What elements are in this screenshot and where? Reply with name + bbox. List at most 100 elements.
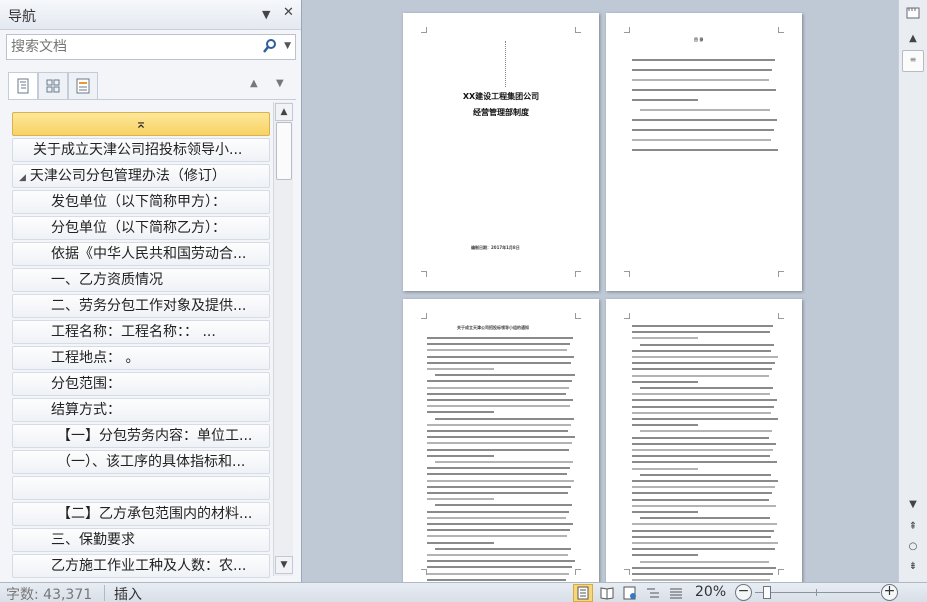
text-line [427, 399, 573, 401]
nav-pane-close-button[interactable]: ✕ [283, 5, 294, 20]
scroll-down-icon[interactable]: ▼ [275, 556, 293, 574]
zoom-slider-thumb[interactable] [763, 586, 771, 599]
text-line [632, 535, 771, 538]
text-line [632, 542, 778, 544]
draft-view-button[interactable] [666, 584, 686, 602]
scroll-up-icon[interactable]: ▲ [275, 103, 293, 121]
tree-item-label: 三、保勤要求 [51, 532, 135, 548]
text-line [632, 523, 777, 526]
tabs-divider [8, 99, 296, 100]
tree-item[interactable]: ◢ 天津公司分包管理办法（修订） [12, 164, 270, 188]
tab-pages[interactable] [38, 72, 68, 100]
zoom-out-button[interactable]: − [735, 584, 752, 601]
insert-mode-indicator[interactable]: 插入 [114, 584, 142, 602]
text-line [640, 473, 771, 476]
outline-icon [647, 588, 659, 598]
text-line [427, 510, 569, 513]
tree-item-label: 一、乙方资质情况 [51, 272, 163, 288]
select-browse-object-icon[interactable]: ○ [902, 538, 924, 556]
zoom-in-button[interactable]: + [881, 584, 898, 601]
web-layout-view-button[interactable] [620, 584, 640, 602]
tree-item-label: 分包单位（以下简称乙方）： [51, 220, 226, 236]
tree-item-label: 乙方施工作业工种及人数：农... [51, 558, 247, 574]
tree-item[interactable]: 结算方式： [12, 398, 270, 422]
page-3[interactable]: 关于成立天津公司招投标领导小组的通知 [403, 299, 599, 582]
document-area[interactable]: XX建设工程集团公司 经营管理部制度 编制日期：2017年1月8日 目 录 关于… [303, 0, 898, 582]
text-line [640, 560, 769, 563]
tree-item[interactable]: 乙方施工作业工种及人数：农... [12, 554, 270, 578]
tree-item[interactable]: 工程地点： 。 [12, 346, 270, 370]
collapse-icon[interactable]: ◢ [19, 173, 26, 183]
scroll-thumb[interactable]: ≡ [902, 50, 924, 72]
text-line [632, 325, 773, 327]
tree-item-selected[interactable]: ⌅ [12, 112, 270, 136]
tree-item[interactable]: 【一】分包劳务内容：单位工... [12, 424, 270, 448]
cover-footer: 编制日期：2017年1月8日 [471, 245, 520, 250]
ruler-toggle-icon[interactable] [902, 6, 924, 24]
tree-item[interactable] [12, 476, 270, 500]
tree-item[interactable]: 【二】乙方承包范围内的材料... [12, 502, 270, 526]
tree-item[interactable]: 一、乙方资质情况 [12, 268, 270, 292]
text-line [632, 149, 778, 151]
previous-heading-button[interactable]: ▲ [250, 78, 258, 89]
tree-item[interactable]: 二、劳务分包工作对象及提供... [12, 294, 270, 318]
reading-view-icon [600, 587, 614, 600]
page3-heading: 关于成立天津公司招投标领导小组的通知 [457, 325, 529, 330]
text-line [427, 368, 494, 370]
tree-item[interactable]: 分包单位（以下简称乙方）： [12, 216, 270, 240]
document-vertical-scrollbar[interactable]: ▲ ≡ ▼ ⇞ ○ ⇟ [898, 0, 927, 582]
tree-item[interactable]: 发包单位（以下简称甲方）： [12, 190, 270, 214]
tree-item[interactable]: 依据《中华人民共和国劳动合... [12, 242, 270, 266]
text-line [640, 517, 770, 520]
full-screen-reading-view-button[interactable] [597, 584, 617, 602]
scroll-thumb[interactable] [276, 122, 292, 180]
scroll-down-icon[interactable]: ▼ [902, 496, 924, 514]
tree-item-label: 结算方式： [51, 402, 121, 418]
search-results-view-icon [76, 78, 90, 94]
text-line [632, 467, 698, 470]
outline-view-button[interactable] [643, 584, 663, 602]
text-line [427, 355, 574, 358]
tab-headings[interactable] [8, 72, 38, 100]
text-line [632, 99, 698, 101]
text-line [632, 442, 776, 445]
previous-page-icon[interactable]: ⇞ [902, 518, 924, 536]
text-line [427, 498, 494, 501]
page-2[interactable]: 目 录 [606, 13, 802, 291]
nav-pane-title: 导航 [8, 9, 36, 25]
zoom-slider[interactable] [755, 592, 880, 593]
tab-results[interactable] [68, 72, 98, 100]
search-icon[interactable] [263, 38, 277, 58]
tree-item[interactable]: （一）、该工序的具体指标和... [12, 450, 270, 474]
text-line [427, 386, 569, 389]
web-layout-icon [623, 586, 636, 600]
search-input[interactable] [11, 38, 251, 56]
text-line [632, 69, 772, 71]
nav-pane-options-icon[interactable]: ▼ [262, 8, 270, 21]
scroll-up-icon[interactable]: ▲ [902, 30, 924, 48]
tree-item[interactable]: 工程名称：工程名称：： ... [12, 320, 270, 344]
tree-item[interactable]: 关于成立天津公司招投标领导小... [12, 138, 270, 162]
search-options-icon[interactable]: ▼ [284, 41, 291, 51]
nav-search-box[interactable]: ▼ [6, 34, 296, 60]
text-line [632, 119, 777, 121]
page-1[interactable]: XX建设工程集团公司 经营管理部制度 编制日期：2017年1月8日 [403, 13, 599, 291]
tree-item-label: 【二】乙方承包范围内的材料... [57, 506, 253, 522]
print-layout-view-button[interactable] [573, 584, 593, 602]
next-heading-button[interactable]: ▼ [276, 78, 284, 89]
text-line [632, 573, 773, 575]
page-4[interactable] [606, 299, 802, 582]
text-line [632, 449, 773, 451]
word-count[interactable]: 字数: 43,371 [6, 584, 92, 602]
text-line [632, 129, 774, 131]
next-page-icon[interactable]: ⇟ [902, 558, 924, 576]
text-line [632, 424, 698, 427]
tree-item[interactable]: 分包范围： [12, 372, 270, 396]
tree-item-label: 依据《中华人民共和国劳动合... [51, 246, 247, 262]
tree-item[interactable]: 三、保勤要求 [12, 528, 270, 552]
text-line [427, 343, 570, 346]
headings-scrollbar[interactable]: ▲ ▼ [273, 102, 293, 576]
zoom-level[interactable]: 20% [695, 584, 726, 600]
text-line [632, 566, 776, 569]
text-line [632, 139, 771, 141]
